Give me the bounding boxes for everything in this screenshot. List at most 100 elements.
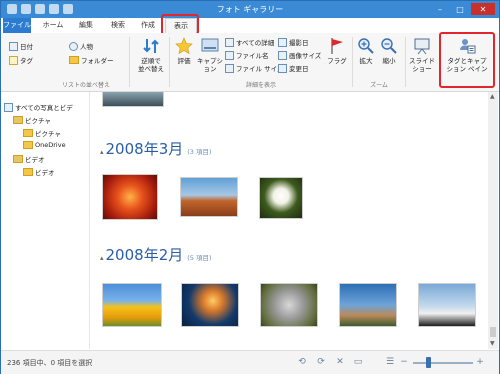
videos-folder-icon (13, 155, 23, 163)
reverse-sort-button[interactable]: 逆順で 並べ替え (136, 37, 166, 73)
folder-icon (23, 129, 33, 137)
thumbnail-penguins[interactable] (419, 284, 475, 326)
group-header-march[interactable]: ▴ 2008年3月 (3 項目) (100, 138, 212, 159)
tree-label-all-photos: すべての写真とビデ (15, 104, 73, 112)
calendar-icon (9, 41, 18, 51)
thumbnail-red-flower[interactable] (103, 175, 157, 219)
zoom-in-small-icon[interactable]: + (475, 357, 485, 367)
folder-icon (69, 56, 79, 64)
flag-icon (331, 38, 343, 54)
zoom-slider[interactable] (413, 362, 473, 364)
tab-search[interactable]: 検索 (105, 18, 131, 33)
sort-by-people[interactable]: 人物 (69, 41, 93, 51)
highlight-tag-caption-pane (439, 32, 495, 88)
divider (169, 37, 170, 87)
navigation-pane: すべての写真とビデ ピクチャ ピクチャ OneDrive ビデオ ビデオ (1, 92, 90, 349)
tab-file[interactable]: ファイル (3, 18, 31, 33)
tab-create[interactable]: 作成 (135, 18, 161, 33)
show-modified-date[interactable]: 変更日 (278, 63, 309, 73)
sort-by-date[interactable]: 日付 (9, 41, 33, 51)
zoom-in-button[interactable]: 拡大 (356, 37, 376, 65)
show-all-details[interactable]: すべての詳細 (225, 37, 274, 47)
group-title-february: 2008年2月 (105, 246, 184, 264)
zoom-out-button[interactable]: 縮小 (379, 37, 399, 65)
collapse-arrow-icon[interactable]: ▴ (100, 148, 104, 156)
ribbon: 日付 タグ 人物 フォルダー 逆順で 並べ替え リストの並べ替え 評価 キャプシ… (1, 33, 499, 92)
slideshow-button[interactable]: スライド ショー (407, 37, 437, 73)
app-window: フォト ギャラリー – □ ✕ ファイル ホーム 編集 検索 作成 表示 日付 … (0, 0, 500, 374)
thumbnail-jellyfish[interactable] (182, 284, 238, 326)
partial-thumbnail[interactable] (103, 92, 163, 106)
caption-button[interactable]: キャプション (197, 37, 223, 73)
show-date-taken[interactable]: 撮影日 (278, 37, 309, 47)
divider (405, 37, 406, 87)
status-bar: 236 項目中、0 項目を選択 ⟲ ⟳ ✕ ▭ ☰ − + (1, 350, 499, 374)
tree-label-videos-child: ビデオ (35, 169, 55, 177)
file-size-label: ファイル サイズ (236, 65, 284, 73)
reverse-sort-label-1: 逆順で (141, 57, 161, 65)
sort-group-label: リストの並べ替え (61, 82, 110, 89)
all-photos-icon (4, 102, 13, 112)
pictures-folder-icon (13, 116, 23, 124)
flag-button[interactable]: フラグ (326, 37, 348, 65)
zoom-group-label: ズーム (370, 82, 388, 89)
tab-edit[interactable]: 編集 (73, 18, 99, 33)
gallery-view: ▴ 2008年3月 (3 項目) ▴ 2008年2月 (5 項目) (90, 92, 488, 349)
thumbnail-desert-canyon[interactable] (181, 178, 237, 216)
show-file-size[interactable]: ファイル サイズ (225, 63, 283, 73)
slideshow-label-1: スライド (409, 57, 435, 65)
tag-icon (9, 55, 18, 65)
tree-item-all-photos[interactable]: すべての写真とビデ (4, 102, 73, 112)
thumbnail-koala[interactable] (261, 284, 317, 326)
highlight-view-tab (161, 14, 199, 35)
monitor-icon[interactable]: ▭ (353, 357, 363, 367)
sort-by-tag[interactable]: タグ (9, 55, 33, 65)
sort-by-folder[interactable]: フォルダー (69, 55, 114, 65)
folder-icon (23, 168, 33, 176)
rating-label: 評価 (177, 57, 191, 65)
zoom-slider-handle[interactable] (426, 357, 431, 368)
people-icon (69, 41, 78, 51)
tree-item-videos[interactable]: ビデオ (13, 154, 45, 164)
close-button[interactable]: ✕ (471, 3, 495, 15)
slideshow-label-2: ショー (412, 65, 432, 73)
rotate-left-icon[interactable]: ⟲ (297, 357, 307, 367)
file-name-label: ファイル名 (236, 52, 269, 60)
tree-label-pictures-child: ピクチャ (35, 130, 61, 138)
sort-date-label: 日付 (20, 43, 33, 51)
thumbnail-white-flower[interactable] (260, 178, 302, 218)
zoom-in-icon (358, 38, 374, 54)
scroll-down-icon[interactable]: ▼ (490, 340, 495, 347)
collapse-arrow-icon[interactable]: ▴ (100, 254, 104, 262)
scroll-up-icon[interactable]: ▲ (490, 93, 495, 100)
rotate-right-icon[interactable]: ⟳ (316, 357, 326, 367)
show-file-name[interactable]: ファイル名 (225, 50, 269, 60)
sort-folder-label: フォルダー (81, 57, 114, 65)
show-image-size[interactable]: 画像サイズ (278, 50, 321, 60)
thumbnail-lighthouse[interactable] (340, 284, 396, 326)
folder-icon (23, 141, 33, 149)
tree-label-pictures: ピクチャ (25, 117, 51, 125)
star-icon (175, 37, 193, 55)
group-header-february[interactable]: ▴ 2008年2月 (5 項目) (100, 244, 212, 265)
scrollbar-thumb[interactable] (490, 327, 496, 337)
caption-label: キャプション (197, 57, 223, 73)
tree-item-onedrive[interactable]: OneDrive (23, 141, 66, 149)
tree-item-pictures[interactable]: ピクチャ (13, 115, 51, 125)
details-view-icon[interactable]: ☰ (385, 357, 395, 367)
delete-icon[interactable]: ✕ (335, 357, 345, 367)
rating-button[interactable]: 評価 (173, 37, 195, 65)
tab-home[interactable]: ホーム (39, 18, 67, 33)
zoom-out-small-icon[interactable]: − (399, 357, 409, 367)
maximize-button[interactable]: □ (451, 3, 469, 15)
tree-item-videos-child[interactable]: ビデオ (23, 167, 55, 177)
file-size-icon (225, 63, 234, 73)
zoom-in-label: 拡大 (359, 57, 373, 65)
date-taken-icon (278, 37, 287, 47)
thumbnail-tulips[interactable] (103, 284, 161, 326)
date-taken-label: 撮影日 (289, 39, 309, 47)
vertical-scrollbar[interactable]: ▲ ▼ (488, 92, 498, 349)
minimize-button[interactable]: – (431, 3, 449, 15)
all-details-label: すべての詳細 (236, 39, 275, 47)
tree-item-pictures-child[interactable]: ピクチャ (23, 128, 61, 138)
